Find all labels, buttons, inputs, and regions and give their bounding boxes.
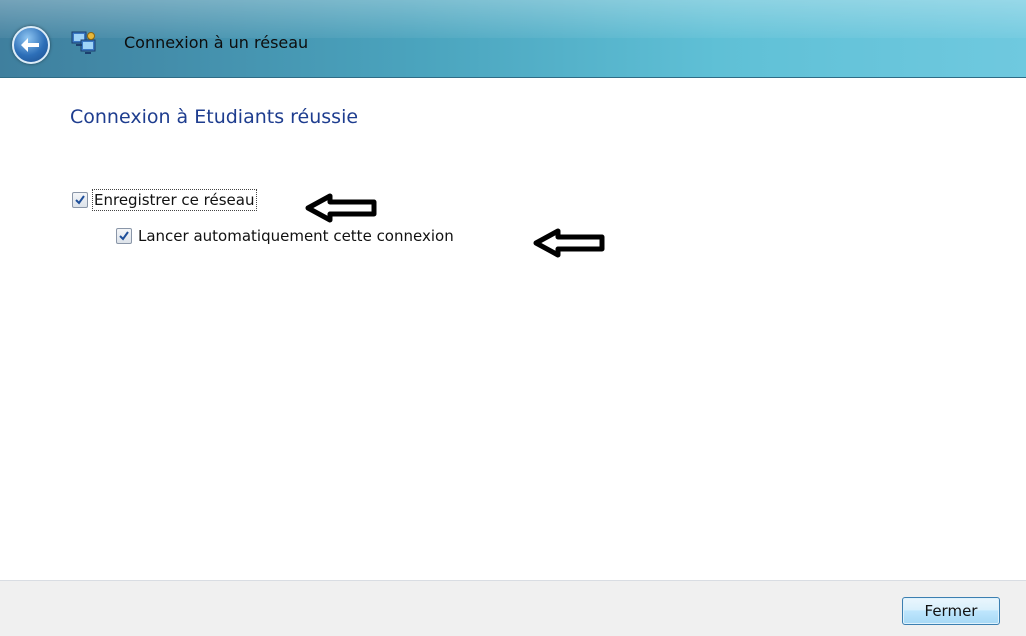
- auto-connect-label[interactable]: Lancer automatiquement cette connexion: [138, 227, 454, 245]
- page-title: Connexion à Etudiants réussie: [70, 106, 359, 128]
- save-network-label[interactable]: Enregistrer ce réseau: [92, 189, 257, 211]
- auto-connect-checkbox[interactable]: [116, 228, 132, 244]
- close-button[interactable]: Fermer: [902, 597, 1000, 625]
- checkmark-icon: [119, 231, 129, 241]
- window-title: Connexion à un réseau: [124, 33, 309, 52]
- checkmark-icon: [75, 195, 85, 205]
- save-network-option[interactable]: Enregistrer ce réseau: [72, 189, 257, 211]
- auto-connect-option[interactable]: Lancer automatiquement cette connexion: [116, 227, 454, 245]
- dialog-footer: Fermer: [0, 580, 1026, 636]
- left-arrow-icon: [533, 228, 605, 258]
- title-bar: Connexion à un réseau: [0, 0, 1026, 78]
- dialog-content: Connexion à Etudiants réussie Enregistre…: [0, 79, 1026, 579]
- save-network-checkbox[interactable]: [72, 192, 88, 208]
- left-arrow-icon: [305, 193, 377, 223]
- network-icon: [70, 30, 98, 56]
- back-button[interactable]: [12, 26, 50, 64]
- back-arrow-icon: [21, 38, 39, 52]
